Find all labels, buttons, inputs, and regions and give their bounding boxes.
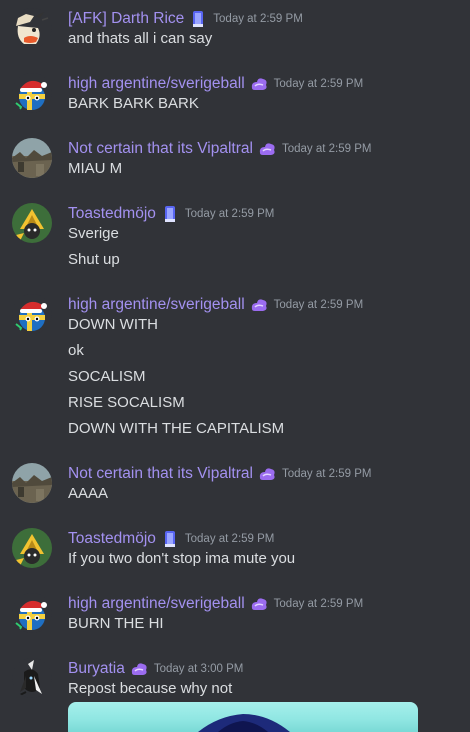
purple-cloud-icon[interactable] [249, 74, 269, 94]
timestamp[interactable]: Today at 2:59 PM [213, 13, 303, 25]
message-text: Sverige [68, 225, 119, 242]
yellow-hat-avatar[interactable] [12, 203, 52, 243]
message-text: Shut up [68, 251, 120, 268]
timestamp[interactable]: Today at 2:59 PM [274, 299, 364, 311]
countryball-santa-avatar[interactable] [12, 73, 52, 113]
message-text: Repost because why not [68, 680, 233, 697]
timestamp[interactable]: Today at 2:59 PM [282, 143, 372, 155]
countryball-santa-avatar[interactable] [12, 593, 52, 633]
message-text: DOWN WITH THE CAPITALISM [68, 420, 285, 437]
message-text: and thats all i can say [68, 30, 213, 47]
dark-creature-avatar[interactable] [12, 658, 52, 698]
purple-cloud-icon[interactable] [249, 594, 269, 614]
blue-book-icon[interactable] [160, 204, 180, 224]
timestamp[interactable]: Today at 2:59 PM [185, 208, 275, 220]
message-text: AAAA [68, 485, 109, 502]
timestamp[interactable]: Today at 2:59 PM [185, 533, 275, 545]
timestamp[interactable]: Today at 2:59 PM [274, 598, 364, 610]
timestamp[interactable]: Today at 2:59 PM [282, 468, 372, 480]
timestamp[interactable]: Today at 2:59 PM [274, 78, 364, 90]
username[interactable]: Not certain that its Vipaltral [68, 140, 253, 158]
message-text: MIAU M [68, 160, 123, 177]
message-text: RISE SOCALISM [68, 394, 185, 411]
duck-head-avatar[interactable] [12, 8, 52, 48]
message-text: DOWN WITH [68, 316, 158, 333]
username[interactable]: high argentine/sverigeball [68, 75, 245, 93]
purple-cloud-icon[interactable] [257, 139, 277, 159]
purple-cloud-icon[interactable] [249, 295, 269, 315]
timestamp[interactable]: Today at 3:00 PM [154, 663, 244, 675]
blue-book-icon[interactable] [160, 529, 180, 549]
message-text: If you two don't stop ima mute you [68, 550, 296, 567]
message-text: BURN THE HI [68, 615, 164, 632]
countryball-santa-avatar[interactable] [12, 294, 52, 334]
username[interactable]: Toastedmöjo [68, 205, 156, 223]
username[interactable]: Toastedmöjo [68, 530, 156, 548]
username[interactable]: high argentine/sverigeball [68, 595, 245, 613]
yellow-hat-avatar[interactable] [12, 528, 52, 568]
username[interactable]: high argentine/sverigeball [68, 296, 245, 314]
message-text: ok [68, 342, 84, 359]
purple-cloud-icon[interactable] [257, 464, 277, 484]
username[interactable]: Not certain that its Vipaltral [68, 465, 253, 483]
message-text: SOCALISM [68, 368, 146, 385]
purple-cloud-icon[interactable] [129, 659, 149, 679]
landscape-photo-avatar[interactable] [12, 138, 52, 178]
username[interactable]: Buryatia [68, 660, 125, 678]
username[interactable]: [AFK] Darth Rice [68, 10, 184, 28]
blue-book-icon[interactable] [188, 9, 208, 29]
message-text: BARK BARK BARK [68, 95, 199, 112]
chat-messages: [AFK] Darth Rice Today at 2:59 PM and th… [0, 0, 470, 732]
landscape-photo-avatar[interactable] [12, 463, 52, 503]
